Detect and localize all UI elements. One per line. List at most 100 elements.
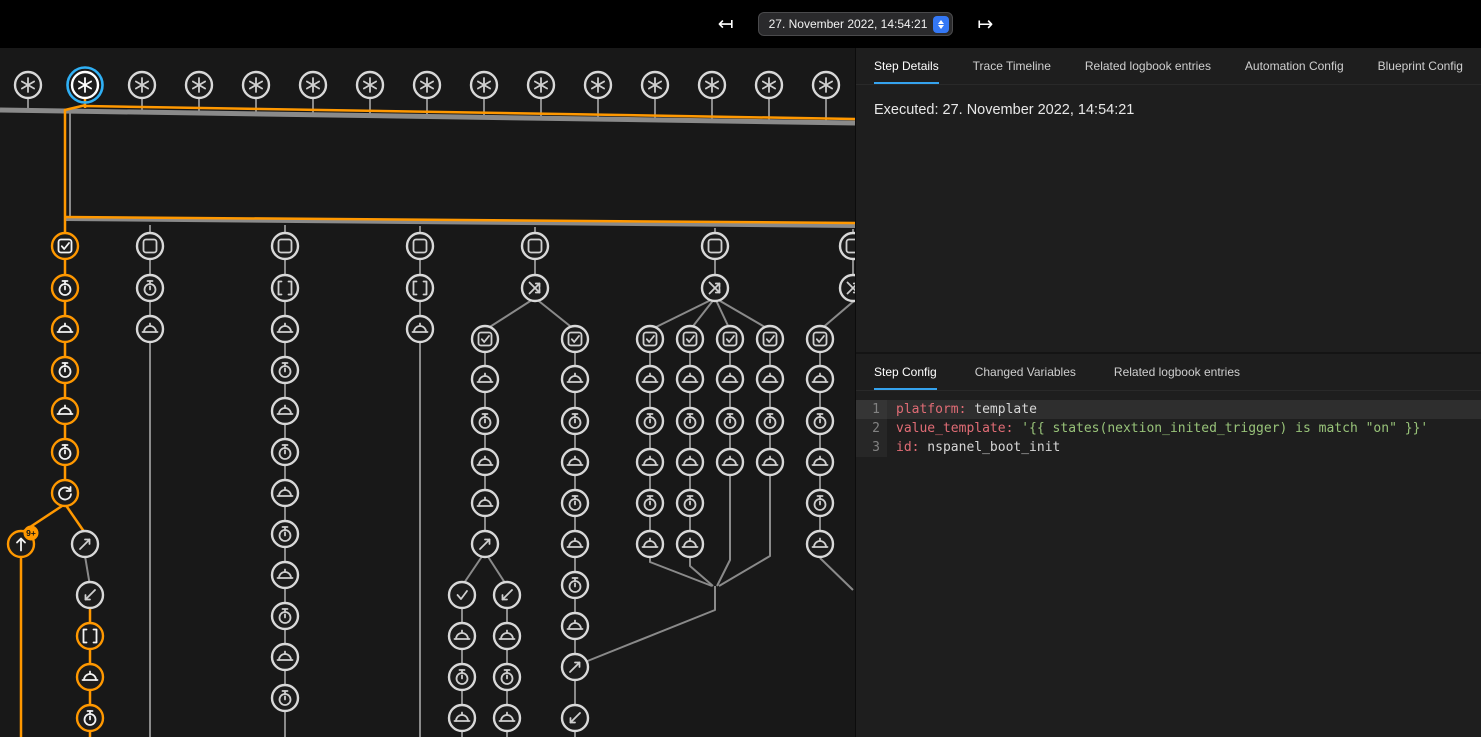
graph-node-timer-icon[interactable] [272,603,298,629]
graph-node-brackets-icon[interactable] [407,275,433,301]
graph-node-asterisk-icon[interactable] [813,72,839,98]
graph-node-arrow-down-left-icon[interactable] [77,582,103,608]
graph-node-split-icon[interactable] [840,275,855,301]
graph-node-split-icon[interactable] [702,275,728,301]
graph-node-arrow-up-right-icon[interactable] [72,531,98,557]
graph-node-asterisk-icon[interactable] [585,72,611,98]
graph-node-dome-icon[interactable] [677,366,703,392]
trace-picker-select[interactable]: 27. November 2022, 14:54:21 [758,12,954,36]
graph-node-square-icon[interactable] [840,233,855,259]
graph-node-dome-icon[interactable] [472,490,498,516]
graph-node-timer-icon[interactable] [449,664,475,690]
graph-node-timer-icon[interactable] [562,408,588,434]
previous-trace-icon[interactable]: ↤ [718,15,734,34]
graph-node-dome-icon[interactable] [807,366,833,392]
graph-node-dome-icon[interactable] [757,449,783,475]
graph-node-check-icon[interactable] [807,326,833,352]
graph-node-dome-icon[interactable] [272,562,298,588]
graph-node-arrow-up-icon[interactable]: 9+ [8,526,39,558]
graph-node-dome-icon[interactable] [562,531,588,557]
graph-node-dome-icon[interactable] [637,449,663,475]
graph-node-timer-icon[interactable] [562,490,588,516]
graph-node-dome-icon[interactable] [272,316,298,342]
graph-node-dome-icon[interactable] [449,623,475,649]
graph-node-asterisk-icon[interactable] [528,72,554,98]
graph-node-asterisk-icon[interactable] [300,72,326,98]
tab-changed-variables[interactable]: Changed Variables [975,365,1076,390]
graph-node-timer-icon[interactable] [52,275,78,301]
graph-node-timer-icon[interactable] [77,705,103,731]
graph-node-timer-icon[interactable] [272,357,298,383]
graph-node-asterisk-icon[interactable] [357,72,383,98]
graph-node-square-icon[interactable] [702,233,728,259]
graph-node-timer-icon[interactable] [472,408,498,434]
graph-node-arrow-up-right-icon[interactable] [562,654,588,680]
graph-node-dome-icon[interactable] [272,480,298,506]
graph-node-dome-icon[interactable] [52,316,78,342]
graph-node-arrow-up-right-icon[interactable] [472,531,498,557]
graph-node-dome-icon[interactable] [77,664,103,690]
graph-node-timer-icon[interactable] [562,572,588,598]
graph-node-timer-icon[interactable] [272,685,298,711]
graph-node-timer-icon[interactable] [52,439,78,465]
graph-node-dome-icon[interactable] [449,705,475,731]
graph-node-square-icon[interactable] [137,233,163,259]
graph-node-timer-icon[interactable] [757,408,783,434]
graph-node-asterisk-icon[interactable] [68,68,103,103]
graph-node-dome-icon[interactable] [494,705,520,731]
tab-blueprint-config[interactable]: Blueprint Config [1378,59,1463,84]
graph-node-dome-icon[interactable] [757,366,783,392]
graph-node-brackets-icon[interactable] [272,275,298,301]
graph-node-dome-icon[interactable] [494,623,520,649]
graph-node-brackets-icon[interactable] [77,623,103,649]
graph-node-dome-icon[interactable] [272,644,298,670]
graph-node-dome-icon[interactable] [637,531,663,557]
tab-step-config[interactable]: Step Config [874,365,937,390]
graph-node-timer-icon[interactable] [807,490,833,516]
graph-node-split-icon[interactable] [522,275,548,301]
graph-node-repeat-icon[interactable] [52,480,78,506]
graph-node-check-mark-icon[interactable] [449,582,475,608]
graph-node-check-icon[interactable] [52,233,78,259]
graph-node-check-icon[interactable] [562,326,588,352]
graph-node-asterisk-icon[interactable] [243,72,269,98]
graph-node-square-icon[interactable] [272,233,298,259]
graph-node-asterisk-icon[interactable] [414,72,440,98]
graph-node-asterisk-icon[interactable] [186,72,212,98]
graph-node-dome-icon[interactable] [562,613,588,639]
tab-step-details[interactable]: Step Details [874,59,939,84]
graph-node-dome-icon[interactable] [637,366,663,392]
graph-node-dome-icon[interactable] [807,531,833,557]
graph-node-dome-icon[interactable] [52,398,78,424]
graph-node-dome-icon[interactable] [272,398,298,424]
graph-node-dome-icon[interactable] [562,449,588,475]
graph-node-dome-icon[interactable] [137,316,163,342]
next-trace-icon[interactable]: ↦ [977,15,993,34]
graph-node-timer-icon[interactable] [677,490,703,516]
graph-node-dome-icon[interactable] [407,316,433,342]
graph-node-dome-icon[interactable] [677,449,703,475]
graph-node-check-icon[interactable] [757,326,783,352]
graph-node-asterisk-icon[interactable] [15,72,41,98]
graph-node-square-icon[interactable] [522,233,548,259]
graph-node-dome-icon[interactable] [677,531,703,557]
tab-related-logbook-entries[interactable]: Related logbook entries [1114,365,1240,390]
graph-node-asterisk-icon[interactable] [129,72,155,98]
graph-node-asterisk-icon[interactable] [642,72,668,98]
graph-node-check-icon[interactable] [717,326,743,352]
graph-node-arrow-down-left-icon[interactable] [562,705,588,731]
graph-node-timer-icon[interactable] [677,408,703,434]
graph-node-asterisk-icon[interactable] [756,72,782,98]
graph-node-check-icon[interactable] [637,326,663,352]
graph-node-timer-icon[interactable] [137,275,163,301]
graph-node-timer-icon[interactable] [494,664,520,690]
graph-node-arrow-down-left-icon[interactable] [494,582,520,608]
graph-node-asterisk-icon[interactable] [699,72,725,98]
graph-node-dome-icon[interactable] [807,449,833,475]
graph-node-timer-icon[interactable] [717,408,743,434]
graph-node-timer-icon[interactable] [637,408,663,434]
graph-node-square-icon[interactable] [407,233,433,259]
tab-related-logbook-entries[interactable]: Related logbook entries [1085,59,1211,84]
tab-trace-timeline[interactable]: Trace Timeline [973,59,1051,84]
graph-node-timer-icon[interactable] [272,439,298,465]
